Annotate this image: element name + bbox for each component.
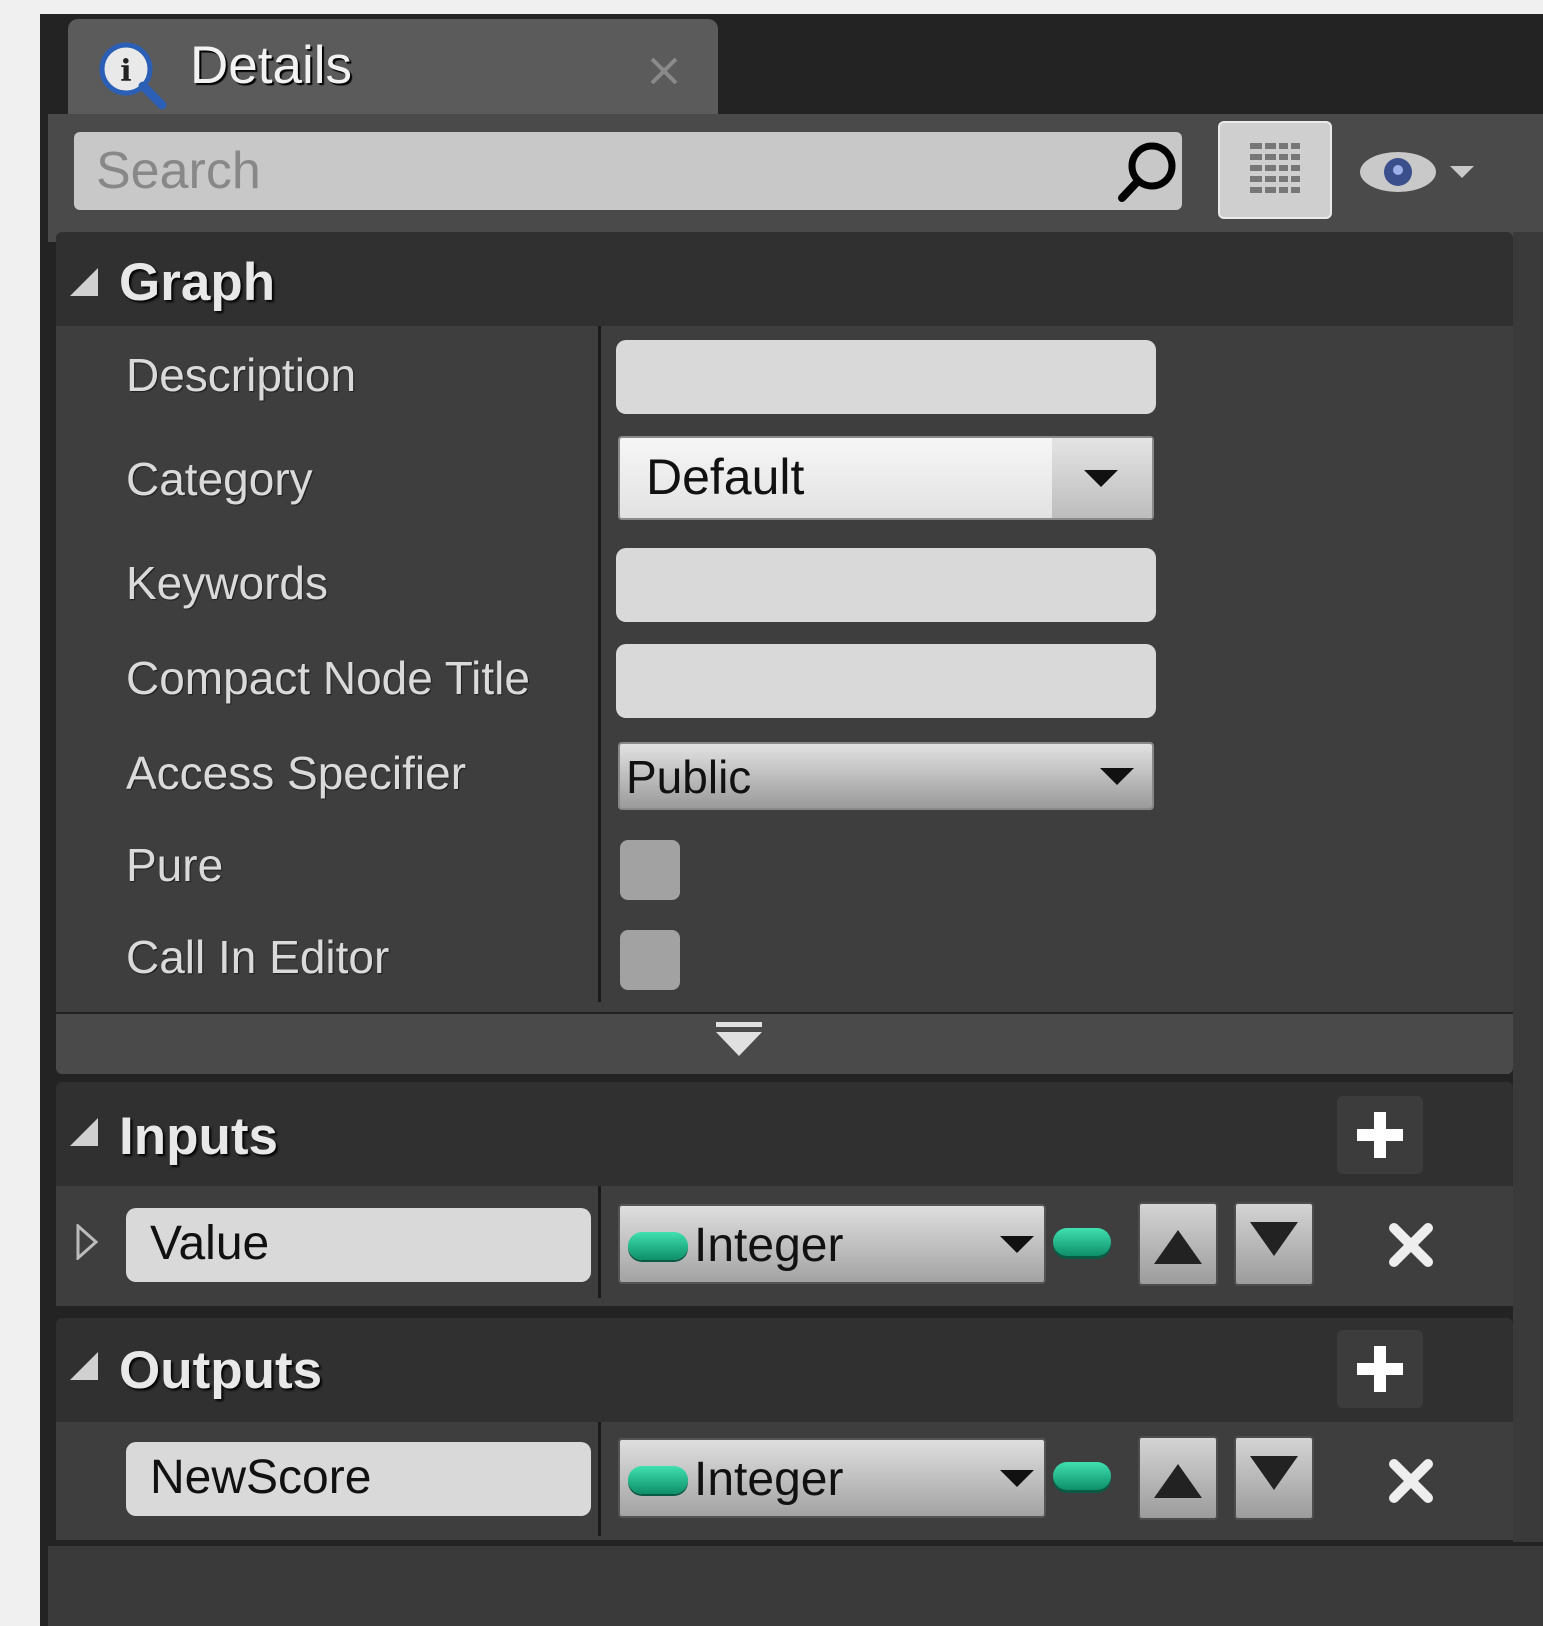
output-name: NewScore <box>150 1451 372 1504</box>
keywords-field[interactable] <box>616 548 1156 622</box>
output-type-dropdown[interactable]: Integer <box>618 1438 1046 1518</box>
remove-icon[interactable] <box>1386 1220 1436 1270</box>
column-divider <box>598 326 601 1002</box>
description-field[interactable] <box>616 340 1156 414</box>
pin-type-icon[interactable] <box>1053 1228 1111 1256</box>
panel-footer <box>48 1546 1543 1626</box>
details-panel: i Details Search Graph Description Categ… <box>40 14 1543 1626</box>
category-dropdown-button[interactable] <box>1052 438 1152 518</box>
input-name: Value <box>150 1217 270 1270</box>
grid-view-icon <box>1250 143 1300 193</box>
chevron-down-icon <box>1000 1236 1034 1253</box>
plus-icon <box>1357 1112 1403 1158</box>
access-specifier-dropdown[interactable]: Public <box>618 742 1154 810</box>
close-icon[interactable] <box>648 55 680 87</box>
arrow-up-icon <box>1154 1464 1202 1498</box>
collapse-arrow-icon <box>70 1352 98 1380</box>
category-value: Default <box>646 449 805 505</box>
svg-text:i: i <box>120 54 131 89</box>
column-divider <box>598 1186 601 1298</box>
search-box[interactable] <box>74 132 1182 210</box>
move-up-button[interactable] <box>1138 1436 1218 1520</box>
move-down-button[interactable] <box>1234 1436 1314 1520</box>
compact-node-title-field[interactable] <box>616 644 1156 718</box>
description-label: Description <box>126 349 357 401</box>
collapse-arrow-icon <box>70 1118 98 1146</box>
arrow-down-icon <box>1250 1222 1298 1256</box>
outputs-title: Outputs <box>119 1341 323 1400</box>
arrow-up-icon <box>1154 1230 1202 1264</box>
chevron-down-icon <box>1100 768 1134 785</box>
move-down-button[interactable] <box>1234 1202 1314 1286</box>
pure-checkbox[interactable] <box>620 840 680 900</box>
integer-type-icon <box>628 1232 688 1260</box>
collapse-arrow-icon <box>70 268 98 296</box>
details-tab[interactable]: i Details <box>68 19 718 115</box>
access-specifier-value: Public <box>626 751 752 803</box>
chevron-down-icon <box>1084 470 1118 487</box>
add-output-button[interactable] <box>1337 1330 1423 1408</box>
inputs-category-header[interactable]: Inputs <box>56 1082 1513 1186</box>
call-in-editor-label: Call In Editor <box>126 931 390 983</box>
chevron-down-icon <box>1000 1470 1034 1487</box>
input-type-dropdown[interactable]: Integer <box>618 1204 1046 1284</box>
move-up-button[interactable] <box>1138 1202 1218 1286</box>
input-name-field[interactable]: Value <box>126 1208 591 1282</box>
pin-type-icon[interactable] <box>1053 1462 1111 1490</box>
expand-arrow-icon[interactable] <box>76 1224 98 1260</box>
details-toolbar <box>48 114 1543 242</box>
search-icon[interactable] <box>1112 136 1182 206</box>
input-type: Integer <box>694 1219 844 1272</box>
graph-category-header[interactable]: Graph <box>56 232 1513 326</box>
show-advanced-icon <box>716 1022 762 1056</box>
output-type: Integer <box>694 1453 844 1506</box>
pure-label: Pure <box>126 839 224 891</box>
eye-icon[interactable] <box>1350 144 1480 200</box>
category-label: Category <box>126 453 313 505</box>
search-input[interactable] <box>96 132 1096 210</box>
graph-category-body: Description Category Default Keywords Co… <box>56 326 1513 1012</box>
remove-icon[interactable] <box>1386 1456 1436 1506</box>
output-name-field[interactable]: NewScore <box>126 1442 591 1516</box>
add-input-button[interactable] <box>1337 1096 1423 1174</box>
inputs-title: Inputs <box>119 1107 278 1166</box>
scrollbar[interactable] <box>1513 232 1543 1542</box>
call-in-editor-checkbox[interactable] <box>620 930 680 990</box>
column-divider <box>598 1422 601 1536</box>
info-magnifier-icon: i <box>99 42 167 110</box>
integer-type-icon <box>628 1466 688 1494</box>
plus-icon <box>1357 1346 1403 1392</box>
outputs-category-header[interactable]: Outputs <box>56 1318 1513 1422</box>
graph-title: Graph <box>119 253 276 312</box>
view-options-button[interactable] <box>1218 121 1332 219</box>
show-advanced-bar[interactable] <box>56 1014 1513 1074</box>
outputs-category-body: NewScore Integer <box>56 1422 1513 1540</box>
arrow-down-icon <box>1250 1456 1298 1490</box>
access-specifier-label: Access Specifier <box>126 747 467 799</box>
compact-node-title-label: Compact Node Title <box>126 652 530 704</box>
tab-title: Details <box>190 36 353 95</box>
inputs-category-body: Value Integer <box>56 1186 1513 1306</box>
category-dropdown[interactable]: Default <box>618 436 1154 520</box>
keywords-label: Keywords <box>126 557 328 609</box>
